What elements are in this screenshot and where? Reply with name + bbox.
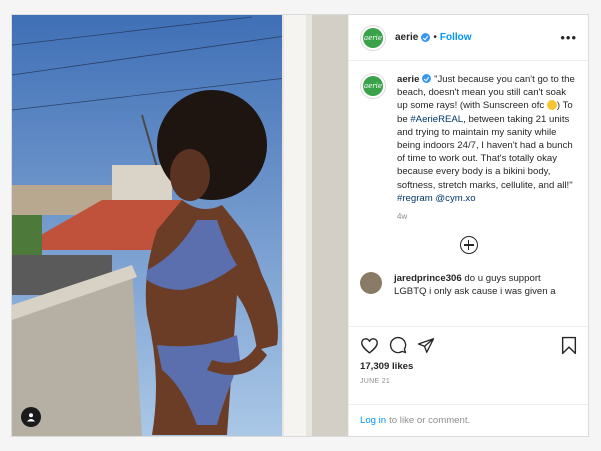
- share-icon: [417, 337, 435, 353]
- caption-verified-icon: [422, 74, 432, 83]
- comment-item: jaredprince306 do u guys support LGBTQ i…: [360, 272, 577, 298]
- login-text: to like or comment.: [389, 415, 471, 426]
- caption-username[interactable]: aerie: [397, 74, 419, 85]
- action-bar: 17,309 likes JUNE 21: [349, 326, 588, 404]
- comment-text: jaredprince306 do u guys support LGBTQ i…: [394, 272, 574, 298]
- post-image[interactable]: [12, 15, 348, 436]
- post-card: aerie aerie • Follow ••• aerie aerie "Ju…: [11, 14, 589, 437]
- save-button[interactable]: [561, 336, 577, 355]
- more-options-button[interactable]: •••: [560, 31, 577, 44]
- caption-timestamp[interactable]: 4w: [397, 212, 577, 221]
- likes-count[interactable]: 17,309 likes: [360, 361, 577, 372]
- avatar-logo-text: aerie: [363, 27, 383, 48]
- comments-section[interactable]: aerie aerie "Just because you can't go t…: [349, 61, 588, 326]
- caption: aerie aerie "Just because you can't go t…: [360, 73, 577, 205]
- hashtag-regram[interactable]: #regram: [397, 193, 433, 204]
- caption-part-3: , between taking 21 units and trying to …: [397, 113, 573, 191]
- account-avatar[interactable]: aerie: [360, 24, 386, 51]
- mention-link[interactable]: @cym.xo: [435, 193, 475, 204]
- user-tag-icon: [27, 413, 35, 422]
- caption-text: aerie "Just because you can't go to the …: [397, 73, 577, 205]
- tagged-users-button[interactable]: [21, 407, 41, 427]
- post-photo: [12, 15, 348, 436]
- caption-avatar-logo-text: aerie: [363, 76, 383, 96]
- share-button[interactable]: [417, 337, 435, 354]
- smiling-face-emoji-icon: [546, 100, 557, 111]
- account-username[interactable]: aerie: [395, 32, 418, 43]
- verified-badge-icon: [421, 33, 431, 42]
- load-more-comments-icon[interactable]: [459, 236, 478, 255]
- post-header: aerie aerie • Follow •••: [349, 15, 588, 61]
- comment-username[interactable]: jaredprince306: [394, 273, 462, 284]
- like-button[interactable]: [360, 337, 379, 354]
- caption-avatar[interactable]: aerie: [360, 73, 386, 99]
- post-sidebar: aerie aerie • Follow ••• aerie aerie "Ju…: [348, 15, 588, 436]
- bookmark-icon: [561, 336, 577, 354]
- follow-button[interactable]: Follow: [440, 32, 472, 43]
- comment-button[interactable]: [389, 336, 407, 354]
- separator-dot: •: [433, 32, 437, 43]
- comment-avatar[interactable]: [360, 272, 382, 295]
- hashtag-aeriereal[interactable]: #AerieREAL: [410, 114, 463, 125]
- heart-icon: [361, 337, 378, 354]
- post-date[interactable]: JUNE 21: [360, 378, 577, 385]
- comment-icon: [389, 336, 407, 354]
- login-prompt: Log in to like or comment.: [349, 404, 588, 436]
- login-link[interactable]: Log in: [360, 415, 386, 426]
